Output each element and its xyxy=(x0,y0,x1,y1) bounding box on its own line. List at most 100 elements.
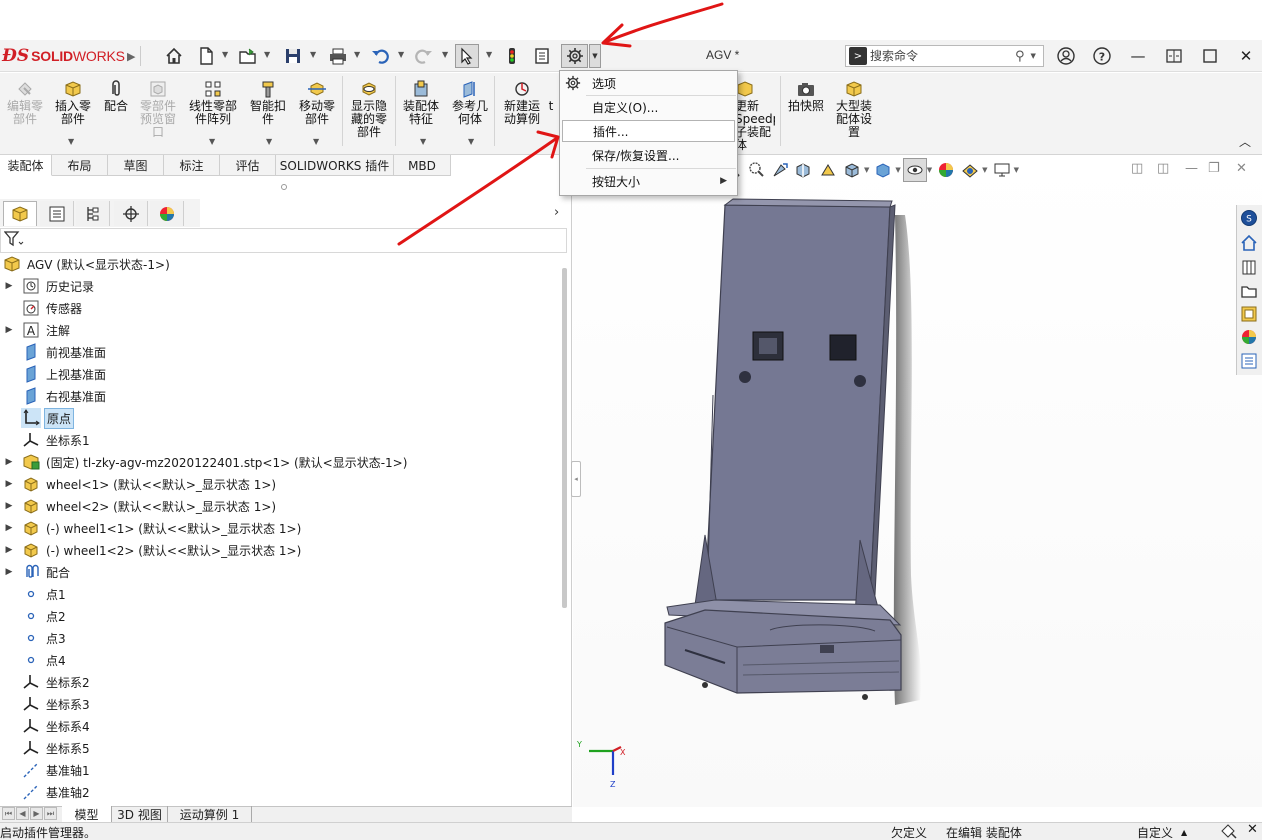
tree-item[interactable]: 坐标系4 xyxy=(3,715,92,737)
edit-appearance-icon[interactable] xyxy=(934,158,958,182)
rebuild-status-icon[interactable] xyxy=(1220,823,1238,840)
linear-component-pattern-button[interactable]: 线性零部 件阵列 xyxy=(185,79,241,126)
menu-item-button-size[interactable]: 按钮大小 ▶ xyxy=(560,170,737,192)
new-motion-study-button[interactable]: 新建运 动算例 xyxy=(497,79,547,126)
tree-item[interactable]: 坐标系2 xyxy=(3,671,92,693)
last-tab-icon[interactable]: ⏭ xyxy=(44,807,57,820)
display-style-icon[interactable] xyxy=(871,158,895,182)
tree-item[interactable]: ▶ 配合 xyxy=(3,561,72,583)
tree-filter-bar[interactable] xyxy=(0,228,567,253)
tree-item[interactable]: 右视基准面 xyxy=(3,385,108,407)
menu-item-options[interactable]: 选项 xyxy=(560,72,737,94)
tree-item[interactable]: ▶ wheel<1> (默认<<默认>_显示状态 1>) xyxy=(3,473,278,495)
menu-expand-arrow-icon[interactable]: ▶ xyxy=(127,50,135,63)
options-dropdown-caret-icon[interactable]: ▼ xyxy=(589,44,601,68)
tree-item[interactable]: 点4 xyxy=(3,649,68,671)
search-icon[interactable]: ⚲ xyxy=(1015,49,1025,64)
filter-funnel-icon[interactable] xyxy=(3,231,24,250)
collapse-ribbon-chevron-icon[interactable]: ︿ xyxy=(1239,133,1251,150)
reference-geometry-caret-icon[interactable]: ▼ xyxy=(468,137,474,146)
agv-3d-model[interactable] xyxy=(655,195,945,715)
expand-arrow-icon[interactable]: ▶ xyxy=(3,479,15,489)
minimize-window-icon[interactable]: — xyxy=(1124,43,1152,69)
help-icon[interactable]: ? xyxy=(1088,43,1116,69)
select-pointer-icon[interactable] xyxy=(455,44,479,68)
featuremanager-tree-tab[interactable] xyxy=(3,201,37,226)
view-settings-caret-icon[interactable]: ▼ xyxy=(1014,166,1019,174)
print-dropdown-caret-icon[interactable]: ▼ xyxy=(354,50,360,59)
tile-window-icon[interactable] xyxy=(1160,43,1188,69)
new-document-icon[interactable] xyxy=(194,44,218,68)
expand-arrow-icon[interactable]: ▶ xyxy=(3,523,15,533)
view-orientation-caret-icon[interactable]: ▼ xyxy=(864,166,869,174)
menu-item-addins[interactable]: 插件... xyxy=(562,120,735,142)
expand-arrow-icon[interactable]: ▶ xyxy=(3,325,15,335)
tree-item[interactable]: 基准轴2 xyxy=(3,781,92,803)
tree-item[interactable]: ▶ 历史记录 xyxy=(3,275,96,297)
tree-item[interactable]: 基准轴1 xyxy=(3,759,92,781)
solidworks-logo[interactable]: ƉS SOLIDWORKS xyxy=(2,45,125,67)
tree-item[interactable]: 坐标系3 xyxy=(3,693,92,715)
folder-icon[interactable] xyxy=(1238,280,1260,302)
expand-panel-chevron-icon[interactable]: › xyxy=(554,205,559,220)
expand-arrow-icon[interactable]: ▶ xyxy=(3,281,15,291)
tree-item[interactable]: ▶ A 注解 xyxy=(3,319,72,341)
tab-layout[interactable]: 布局 xyxy=(52,155,108,176)
print-icon[interactable] xyxy=(326,44,350,68)
smart-fasteners-caret-icon[interactable]: ▼ xyxy=(266,137,272,146)
tab-sketch[interactable]: 草图 xyxy=(108,155,164,176)
panel-splitter-handle[interactable] xyxy=(281,184,287,190)
redo-icon[interactable] xyxy=(412,44,436,68)
previous-tab-icon[interactable]: ◀ xyxy=(16,807,29,820)
viewport-previous-icon[interactable]: ◫ xyxy=(1131,161,1143,176)
save-dropdown-caret-icon[interactable]: ▼ xyxy=(310,50,316,59)
reference-geometry-button[interactable]: 参考几 何体 xyxy=(445,79,495,126)
options-gear-icon[interactable] xyxy=(561,44,588,68)
menu-item-save-restore-settings[interactable]: 保存/恢复设置... xyxy=(560,144,737,166)
save-icon[interactable] xyxy=(281,44,305,68)
linear-pattern-caret-icon[interactable]: ▼ xyxy=(209,137,215,146)
tab-mbd[interactable]: MBD xyxy=(394,155,451,176)
tab-motion-study-1[interactable]: 运动算例 1 xyxy=(168,806,252,822)
large-assembly-settings-button[interactable]: 大型装 配体设 置 xyxy=(829,79,879,139)
appearances-scenes-icon[interactable] xyxy=(1238,326,1260,348)
expand-arrow-icon[interactable]: ▶ xyxy=(3,567,15,577)
tree-item[interactable]: ▶ (-) wheel1<2> (默认<<默认>_显示状态 1>) xyxy=(3,539,303,561)
open-dropdown-caret-icon[interactable]: ▼ xyxy=(264,50,270,59)
tree-root-assembly[interactable]: AGV (默认<显示状态-1>) xyxy=(2,253,172,275)
update-speedpak-button[interactable]: 更新 Speedpak 子装配 体 xyxy=(735,79,775,152)
select-dropdown-caret-icon[interactable]: ▼ xyxy=(486,50,492,59)
edit-component-button[interactable]: 编辑零 部件 xyxy=(0,79,50,126)
insert-components-caret-icon[interactable]: ▼ xyxy=(68,137,74,146)
display-manager-tab[interactable] xyxy=(150,201,184,226)
tree-item[interactable]: 前视基准面 xyxy=(3,341,108,363)
tab-assembly[interactable]: 装配体 xyxy=(0,155,52,176)
zoom-to-area-icon[interactable] xyxy=(744,158,768,182)
assembly-features-caret-icon[interactable]: ▼ xyxy=(420,137,426,146)
take-snapshot-button[interactable]: 拍快照 xyxy=(781,79,831,113)
undo-icon[interactable] xyxy=(368,44,392,68)
tree-item[interactable]: ▶ (-) wheel1<1> (默认<<默认>_显示状态 1>) xyxy=(3,517,303,539)
display-style-caret-icon[interactable]: ▼ xyxy=(895,166,900,174)
solidworks-resources-icon[interactable]: S xyxy=(1238,207,1260,229)
tree-scrollbar[interactable] xyxy=(562,268,567,608)
design-library-home-icon[interactable] xyxy=(1238,232,1260,254)
move-component-caret-icon[interactable]: ▼ xyxy=(313,137,319,146)
status-units-menu[interactable]: 自定义 xyxy=(1137,824,1173,840)
rebuild-traffic-light-icon[interactable] xyxy=(500,44,524,68)
first-tab-icon[interactable]: ⏮ xyxy=(2,807,15,820)
tab-solidworks-addins[interactable]: SOLIDWORKS 插件 xyxy=(276,155,394,176)
section-view-icon[interactable] xyxy=(792,158,816,182)
hide-show-items-icon[interactable] xyxy=(902,158,927,182)
redo-dropdown-caret-icon[interactable]: ▼ xyxy=(442,50,448,59)
units-caret-icon[interactable]: ▲ xyxy=(1181,828,1187,837)
account-user-icon[interactable] xyxy=(1052,43,1080,69)
view-orientation-icon[interactable] xyxy=(840,158,864,182)
tree-item[interactable]: 坐标系1 xyxy=(3,429,92,451)
file-properties-icon[interactable] xyxy=(530,44,554,68)
tree-item[interactable]: 点2 xyxy=(3,605,68,627)
tree-item[interactable]: ▶ wheel<2> (默认<<默认>_显示状态 1>) xyxy=(3,495,278,517)
dynamic-annotation-view-icon[interactable] xyxy=(816,158,840,182)
search-dropdown-caret-icon[interactable]: ▼ xyxy=(1031,52,1036,60)
expand-arrow-icon[interactable]: ▶ xyxy=(3,545,15,555)
